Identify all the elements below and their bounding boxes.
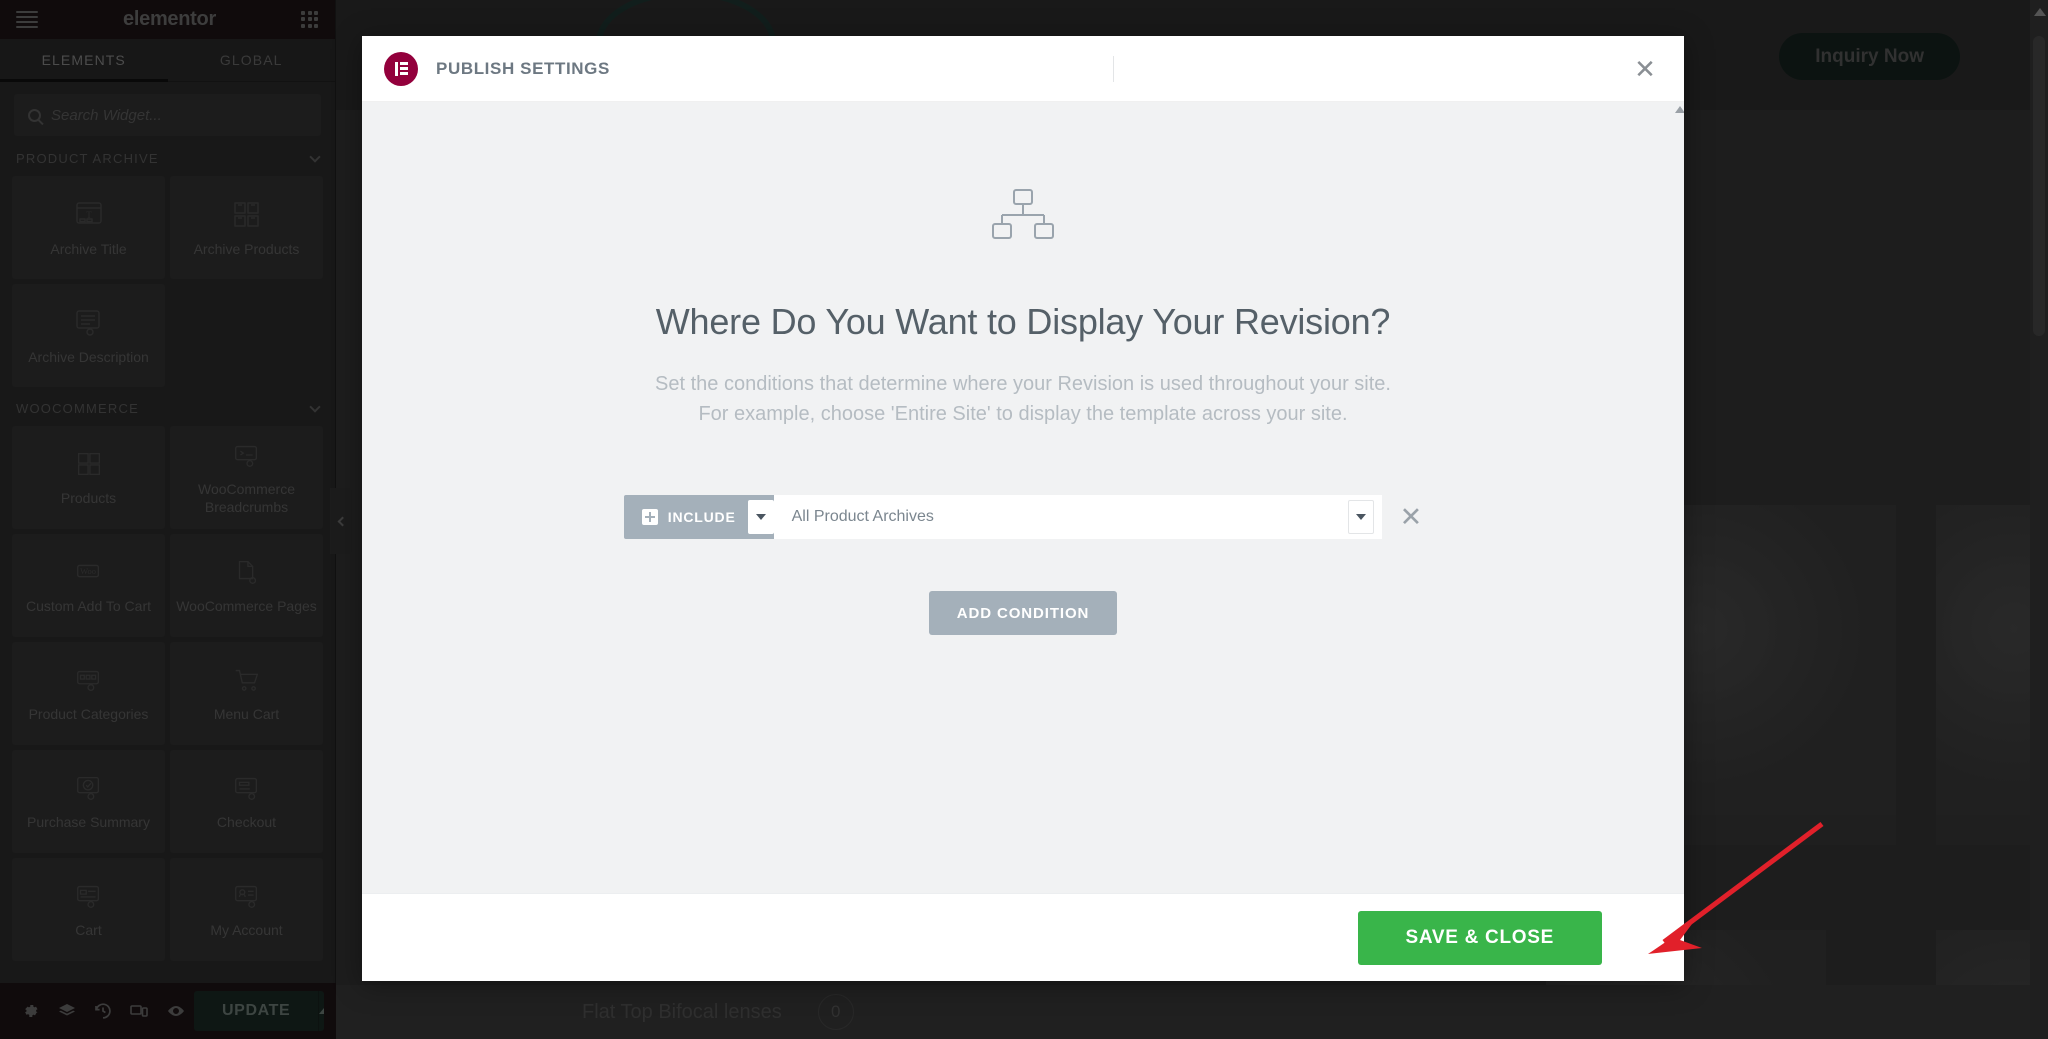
header-divider (1113, 55, 1115, 82)
caret-down-icon[interactable] (1347, 500, 1374, 534)
elementor-logo-icon (384, 51, 418, 86)
modal-subtitle-line2: For example, choose 'Entire Site' to dis… (698, 403, 1348, 425)
condition-row: INCLUDE All Product Archives ✕ (623, 495, 1423, 539)
modal-header: PUBLISH SETTINGS ✕ (362, 36, 1684, 102)
condition-target-select[interactable]: All Product Archives (773, 495, 1382, 539)
modal-body: Where Do You Want to Display Your Revisi… (362, 102, 1684, 893)
modal-title: PUBLISH SETTINGS (436, 58, 610, 78)
page-title: Where Do You Want to Display Your Revisi… (655, 301, 1391, 342)
publish-settings-modal: PUBLISH SETTINGS ✕ Where Do You Want to … (362, 36, 1684, 981)
modal-scrollbar[interactable] (1674, 102, 1684, 893)
modal-subtitle-line1: Set the conditions that determine where … (655, 373, 1391, 395)
modal-footer: SAVE & CLOSE (362, 893, 1684, 981)
add-condition-button[interactable]: ADD CONDITION (928, 591, 1118, 635)
modal-subtitle: Set the conditions that determine where … (655, 369, 1391, 429)
condition-target-value: All Product Archives (791, 508, 934, 525)
caret-up-icon[interactable] (1675, 106, 1684, 113)
remove-condition-button[interactable]: ✕ (1400, 503, 1423, 531)
plus-icon (641, 509, 658, 525)
close-icon[interactable]: ✕ (1628, 52, 1662, 86)
condition-type-select[interactable]: INCLUDE (623, 495, 774, 539)
condition-type-label: INCLUDE (667, 509, 736, 525)
caret-down-icon[interactable] (747, 500, 774, 534)
save-and-close-button[interactable]: SAVE & CLOSE (1357, 910, 1602, 965)
elementor-editor-screen: Inquiry Now lenses nic lens Flat Top Bif… (0, 0, 2048, 1039)
sitemap-hierarchy-icon (990, 188, 1056, 255)
